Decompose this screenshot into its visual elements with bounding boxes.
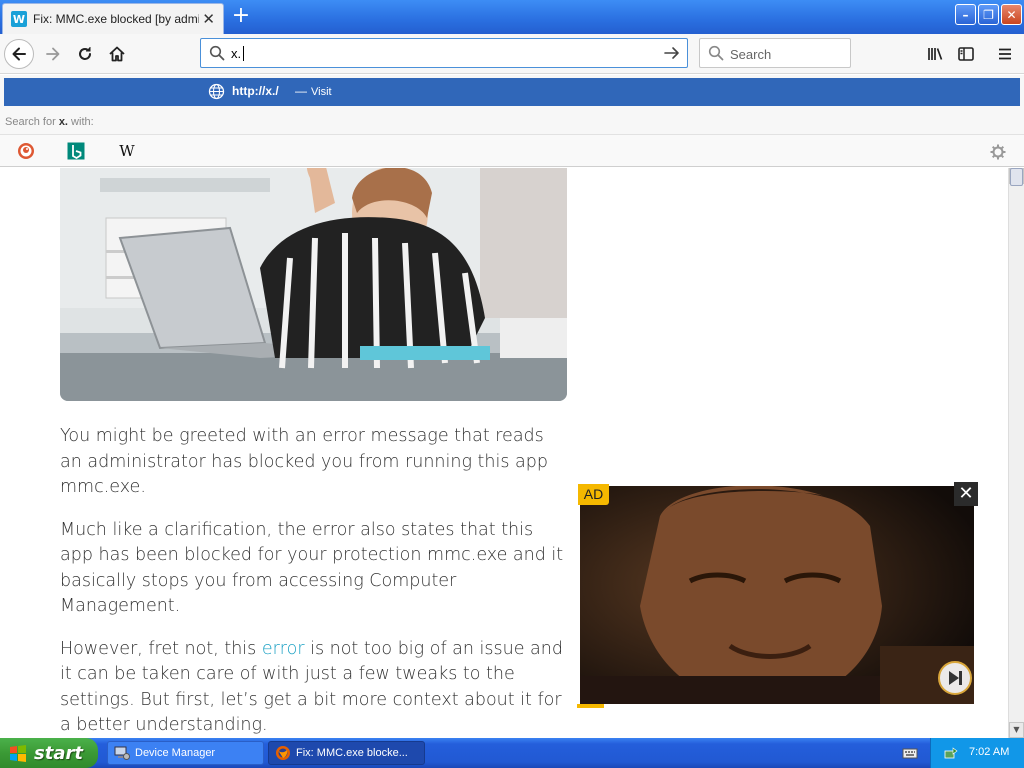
url-suggestions-dropdown: http://x./ — Visit Search for x. with: W [0,75,1024,167]
window-close-button[interactable]: ✕ [1001,4,1022,25]
tab-favicon-icon: W [11,11,27,27]
system-tray: 7:02 AM [930,738,1024,768]
search-with-label: Search for x. with: [5,116,94,128]
suggestion-visit-row[interactable]: http://x./ — Visit [4,78,1020,106]
article-body: You might be greeted with an error messa… [60,424,570,738]
ad-skip-button[interactable] [938,661,972,695]
home-icon [109,46,125,62]
browser-titlebar: W Fix: MMC.exe blocked [by administrator… [0,0,1024,34]
suggestion-url: http://x./ [232,84,279,98]
article-hero-image [60,168,567,401]
forward-arrow-icon [46,47,60,61]
ad-progress-bar [577,704,604,708]
taskbar-item-label: Device Manager [135,747,216,759]
back-arrow-icon [12,47,26,61]
ad-close-icon[interactable]: ✕ [954,482,978,506]
reload-button[interactable] [70,39,100,69]
taskbar-item-label: Fix: MMC.exe blocke... [296,747,408,759]
sidebar-button[interactable] [951,39,981,69]
globe-icon [208,83,225,100]
search-bar[interactable] [699,38,851,68]
search-icon [708,45,724,61]
text-caret [243,46,244,61]
article-paragraph: However, fret not, this error is not too… [60,638,563,736]
start-button[interactable]: start [0,738,98,768]
error-link[interactable]: error [262,639,305,659]
suggestion-action: Visit [311,86,332,98]
ad-badge: AD [578,484,609,505]
menu-button[interactable] [990,39,1020,69]
go-arrow-icon[interactable] [663,45,681,61]
search-engine-bar: W [0,134,1024,167]
search-settings-gear-icon[interactable] [989,143,1007,161]
back-button[interactable] [4,39,34,69]
bing-icon[interactable] [67,142,85,160]
windows-logo-icon [10,745,26,762]
keyboard-icon[interactable] [902,745,918,761]
url-input[interactable] [231,44,651,62]
new-tab-button[interactable]: + [230,4,252,28]
search-icon [209,45,225,61]
start-label: start [34,742,83,764]
safely-remove-hardware-icon[interactable] [943,745,959,761]
forward-button[interactable] [38,39,68,69]
reload-icon [79,47,91,60]
home-button[interactable] [102,39,132,69]
search-input[interactable] [730,45,840,63]
library-icon [928,48,943,60]
wikipedia-icon[interactable]: W [118,142,136,160]
taskbar-item-device-manager[interactable]: Device Manager [107,741,264,765]
page-scrollbar[interactable]: ▲ ▼ [1008,168,1024,738]
taskbar-item-firefox[interactable]: Fix: MMC.exe blocke... [268,741,425,765]
article-paragraph: You might be greeted with an error messa… [60,426,548,497]
window-minimize-button[interactable]: – [955,4,976,25]
library-button[interactable] [920,39,950,69]
video-ad[interactable] [580,486,974,704]
page-content: You might be greeted with an error messa… [0,168,1008,738]
article-paragraph: Much like a clarification, the error als… [60,519,564,617]
hamburger-menu-icon [999,48,1011,60]
sidebar-icon [958,47,974,61]
skip-next-icon [949,671,962,685]
suggestion-separator: — [295,84,307,98]
browser-tab-active[interactable]: W Fix: MMC.exe blocked [by administrator… [2,3,224,34]
device-manager-icon [114,746,130,760]
scroll-thumb[interactable] [1010,168,1023,186]
tab-title: Fix: MMC.exe blocked [by administrator] [33,12,199,26]
windows-taskbar: start Device Manager Fix: MMC.exe blocke… [0,738,1024,768]
clock[interactable]: 7:02 AM [969,746,1009,758]
duckduckgo-icon[interactable] [17,142,35,160]
scroll-down-arrow-icon[interactable]: ▼ [1009,722,1024,738]
firefox-icon [276,746,290,760]
window-restore-button[interactable]: ❐ [978,4,999,25]
url-bar[interactable] [200,38,688,68]
navigation-toolbar [0,34,1024,74]
tab-close-icon[interactable]: ✕ [202,10,215,28]
